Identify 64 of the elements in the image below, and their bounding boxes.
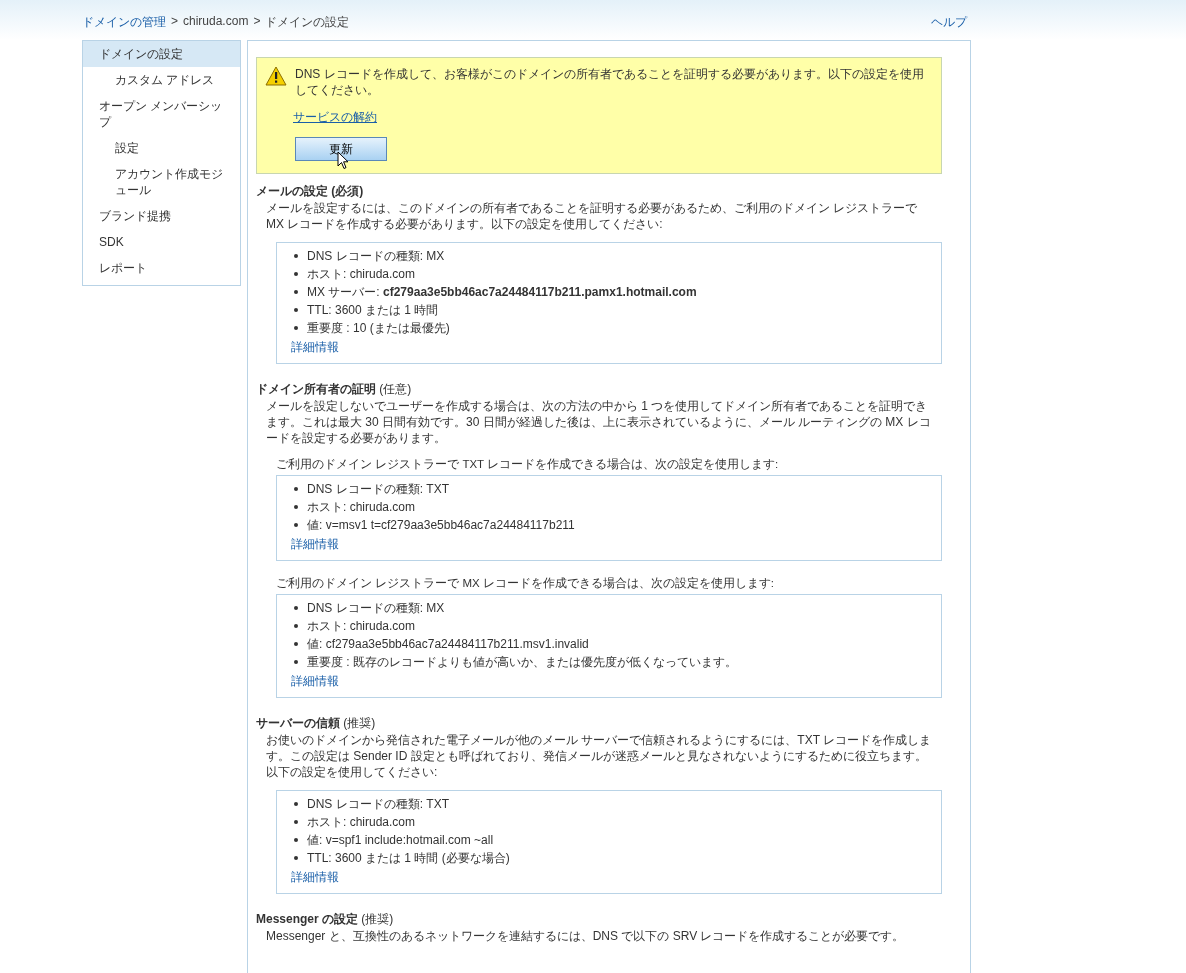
record-text: DNS レコードの種類: TXT [307, 796, 449, 813]
more-info-link[interactable]: 詳細情報 [291, 340, 339, 355]
record-text: 重要度 : 10 (または最優先) [307, 320, 450, 337]
record-text: ホスト: chiruda.com [307, 266, 416, 283]
record-text: 値: v=msv1 t=cf279aa3e5bb46ac7a24484117b211 [307, 517, 575, 534]
breadcrumb-separator: > [253, 13, 261, 30]
record-text: ホスト: chiruda.com [307, 499, 416, 516]
section-description: メールを設定するには、このドメインの所有者であることを証明する必要があるため、ご利用のドメイン レジストラーで MX レコードを作成する必要があります。以下の設定を使用してください: [266, 200, 919, 232]
bullet-icon [294, 290, 298, 294]
breadcrumb-item: ドメインの設定 [265, 13, 350, 31]
bullet-icon [294, 606, 298, 610]
sidebar-item[interactable]: 設定 [83, 135, 240, 161]
record-text: 値: v=spf1 include:hotmail.com ~all [307, 832, 494, 849]
bullet-icon [294, 505, 298, 509]
breadcrumb-separator: > [171, 13, 178, 30]
section-description: メールを設定しないでユーザーを作成する場合は、次の方法の中から 1 つを使用してドメイン所有者であることを証明できます。これは最大 30 日間有効です。30 日間が経過した後は、上に表示されているように、メール ルーティングの MX レコードを設定する必要があります。 [266, 398, 932, 446]
section-heading: Messenger の設定 (推奨) [256, 911, 395, 928]
record-text: TTL: 3600 または 1 時間 (必要な場合) [307, 850, 510, 867]
help-link[interactable]: ヘルプ [931, 13, 967, 31]
bullet-icon [294, 802, 298, 806]
more-info-link[interactable]: 詳細情報 [291, 674, 339, 689]
bullet-icon [294, 856, 298, 860]
instruction-text: ご利用のドメイン レジストラーで MX レコードを作成できる場合は、次の設定を使用します: [276, 576, 776, 591]
section-description: お使いのドメインから発信された電子メールが他のメール サーバーで信頼されるようにするには、TXT レコードを作成します。この設定は Sender ID 設定とも呼ばれており、発信メールが迷惑メールと見なされないようにするために役立ちます。以下の設定を使用してください: [266, 732, 933, 780]
section-heading: サーバーの信頼 (推奨) [256, 715, 377, 732]
section-description: Messenger と、互換性のあるネットワークを連結するには、DNS で以下の SRV レコードを作成することが必要です。 [266, 928, 906, 944]
bullet-icon [294, 272, 298, 276]
bullet-icon [294, 820, 298, 824]
bullet-icon [294, 642, 298, 646]
record-text: MX サーバー: cf279aa3e5bb46ac7a24484117b211.pamx1.hotmail.com [307, 284, 697, 301]
record-text: ホスト: chiruda.com [307, 814, 416, 831]
bullet-icon [294, 523, 298, 527]
sidebar-item[interactable]: SDK [83, 229, 240, 255]
record-text: DNS レコードの種類: TXT [307, 481, 449, 498]
bullet-icon [294, 254, 298, 258]
sidebar-item[interactable]: ドメインの設定 [83, 41, 240, 67]
update-button[interactable]: 更新 [295, 137, 387, 161]
section-heading: メールの設定 (必須) [256, 183, 365, 200]
bullet-icon [294, 838, 298, 842]
more-info-link[interactable]: 詳細情報 [291, 537, 339, 552]
section-heading: ドメイン所有者の証明 (任意) [256, 381, 413, 398]
cancel-service-link[interactable]: サービスの解約 [293, 110, 377, 125]
record-text: 値: cf279aa3e5bb46ac7a24484117b211.msv1.invalid [307, 636, 589, 653]
bullet-icon [294, 660, 298, 664]
sidebar-item[interactable]: ブランド提携 [83, 203, 240, 229]
more-info-link[interactable]: 詳細情報 [291, 870, 339, 885]
breadcrumb-item: chiruda.com [183, 13, 249, 30]
sidebar-item[interactable]: オープン メンバーシップ [83, 93, 240, 135]
sidebar-item[interactable]: カスタム アドレス [83, 67, 240, 93]
sidebar-item[interactable]: レポート [83, 255, 240, 281]
bullet-icon [294, 326, 298, 330]
breadcrumb-link[interactable]: ドメインの管理 [82, 13, 166, 31]
warning-icon [265, 66, 287, 86]
record-text: ホスト: chiruda.com [307, 618, 416, 635]
record-text: DNS レコードの種類: MX [307, 600, 445, 617]
sidebar-item[interactable]: アカウント作成モジュール [83, 161, 240, 203]
bullet-icon [294, 487, 298, 491]
warning-message: DNS レコードを作成して、お客様がこのドメインの所有者であることを証明する必要があります。以下の設定を使用してください。 [295, 66, 925, 98]
record-text: TTL: 3600 または 1 時間 [307, 302, 439, 319]
record-text: DNS レコードの種類: MX [307, 248, 445, 265]
bullet-icon [294, 308, 298, 312]
bullet-icon [294, 624, 298, 628]
record-text: 重要度 : 既存のレコードよりも値が高いか、または優先度が低くなっています。 [307, 654, 737, 671]
instruction-text: ご利用のドメイン レジストラーで TXT レコードを作成できる場合は、次の設定を使用します: [276, 457, 780, 472]
